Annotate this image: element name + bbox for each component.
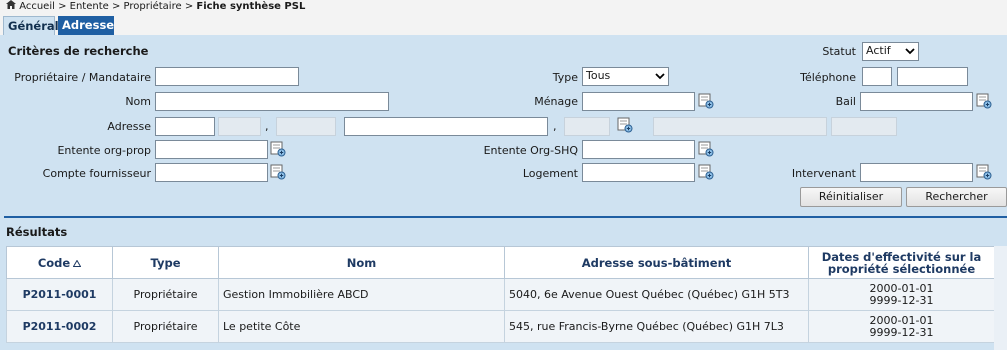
adresse-rue-input[interactable]: [344, 117, 548, 136]
row-code-link[interactable]: P2011-0001: [6, 278, 113, 311]
results-title: Résultats: [6, 225, 68, 239]
reset-button[interactable]: Réinitialiser: [800, 187, 902, 207]
menage-label: Ménage: [534, 95, 578, 108]
type-select[interactable]: Tous: [582, 67, 669, 86]
row-nom: Gestion Immobilière ABCD: [218, 278, 505, 311]
compte-fournisseur-label: Compte fournisseur: [42, 167, 151, 180]
lookup-icon[interactable]: [270, 141, 287, 158]
adresse-code-postal-input: [831, 117, 897, 136]
compte-fournisseur-input[interactable]: [155, 163, 268, 182]
type-value: Tous: [586, 69, 611, 82]
logement-label: Logement: [522, 167, 578, 180]
bail-input[interactable]: [860, 92, 973, 111]
lookup-icon[interactable]: [270, 164, 287, 181]
section-divider: [4, 216, 1007, 218]
row-date-fin: 9999-12-31: [869, 293, 934, 307]
lookup-icon[interactable]: [698, 141, 715, 158]
column-header-adresse[interactable]: Adresse sous-bâtiment: [504, 246, 809, 279]
adresse-label: Adresse: [107, 120, 151, 133]
nom-input[interactable]: [155, 92, 389, 111]
home-icon[interactable]: [6, 0, 16, 9]
tab-general[interactable]: Général: [3, 16, 59, 35]
proprietaire-label: Propriétaire / Mandataire: [14, 71, 151, 84]
column-header-code-label: Code: [37, 255, 71, 270]
sort-ascending-icon: [73, 259, 82, 267]
results-table: Code Type Nom Adresse sous-bâtiment Date…: [6, 246, 995, 343]
table-header-row: Code Type Nom Adresse sous-bâtiment Date…: [6, 246, 995, 279]
nom-label: Nom: [125, 95, 151, 108]
entente-org-shq-label: Entente Org-SHQ: [483, 144, 578, 157]
row-dates: 2000-01-01 9999-12-31: [808, 278, 995, 311]
chevron-down-icon: [905, 48, 915, 55]
row-code-link[interactable]: P2011-0002: [6, 310, 113, 343]
adresse-unite-input: [276, 117, 336, 136]
row-date-debut: 2000-01-01: [869, 313, 934, 327]
type-label: Type: [552, 71, 578, 84]
lookup-icon[interactable]: [698, 93, 715, 110]
column-header-nom[interactable]: Nom: [218, 246, 505, 279]
tab-bar: [0, 15, 1007, 35]
comma-separator: ,: [265, 120, 269, 133]
statut-select[interactable]: Actif: [862, 42, 919, 61]
column-header-type[interactable]: Type: [112, 246, 219, 279]
column-header-code[interactable]: Code: [6, 246, 113, 279]
tab-adresse[interactable]: Adresse: [58, 16, 114, 35]
entente-org-prop-input[interactable]: [155, 140, 268, 159]
row-adresse: 5040, 6e Avenue Ouest Québec (Québec) G1…: [504, 278, 809, 311]
bail-label: Bail: [835, 95, 856, 108]
scrollbar[interactable]: [994, 246, 1007, 350]
lookup-icon[interactable]: [976, 93, 993, 110]
logement-input[interactable]: [582, 163, 695, 182]
row-dates: 2000-01-01 9999-12-31: [808, 310, 995, 343]
telephone-area-input[interactable]: [862, 67, 892, 86]
table-row[interactable]: P2011-0002 Propriétaire Le petite Côte 5…: [6, 310, 995, 343]
menage-input[interactable]: [582, 92, 695, 111]
row-type: Propriétaire: [112, 278, 219, 311]
telephone-number-input[interactable]: [897, 67, 968, 86]
statut-label: Statut: [822, 45, 856, 58]
search-criteria-title: Critères de recherche: [8, 44, 149, 58]
column-header-dates[interactable]: Dates d'effectivité sur la propriété sél…: [808, 246, 995, 279]
intervenant-label: Intervenant: [791, 167, 856, 180]
proprietaire-input[interactable]: [155, 67, 299, 86]
breadcrumb-current: Fiche synthèse PSL: [196, 1, 306, 12]
intervenant-input[interactable]: [860, 163, 973, 182]
adresse-municipalite-code-input: [564, 117, 610, 136]
breadcrumb: Accueil > Entente > Propriétaire > Fiche…: [0, 0, 1007, 15]
row-adresse: 545, rue Francis-Byrne Québec (Québec) G…: [504, 310, 809, 343]
telephone-label: Téléphone: [800, 71, 856, 84]
chevron-down-icon: [655, 73, 665, 80]
row-type: Propriétaire: [112, 310, 219, 343]
adresse-municipalite-input: [653, 117, 827, 136]
statut-value: Actif: [866, 44, 891, 57]
breadcrumb-path[interactable]: Accueil > Entente > Propriétaire >: [19, 1, 196, 12]
comma-separator: ,: [553, 120, 557, 133]
search-button[interactable]: Rechercher: [906, 187, 1007, 207]
adresse-numero-input[interactable]: [155, 117, 215, 136]
lookup-icon[interactable]: [698, 164, 715, 181]
table-row[interactable]: P2011-0001 Propriétaire Gestion Immobili…: [6, 278, 995, 311]
lookup-icon[interactable]: [976, 164, 993, 181]
row-date-debut: 2000-01-01: [869, 281, 934, 295]
entente-org-prop-label: Entente org-prop: [57, 144, 151, 157]
entente-org-shq-input[interactable]: [582, 140, 695, 159]
row-nom: Le petite Côte: [218, 310, 505, 343]
lookup-icon[interactable]: [617, 117, 634, 134]
adresse-suffixe-input: [218, 117, 261, 136]
row-date-fin: 9999-12-31: [869, 325, 934, 339]
